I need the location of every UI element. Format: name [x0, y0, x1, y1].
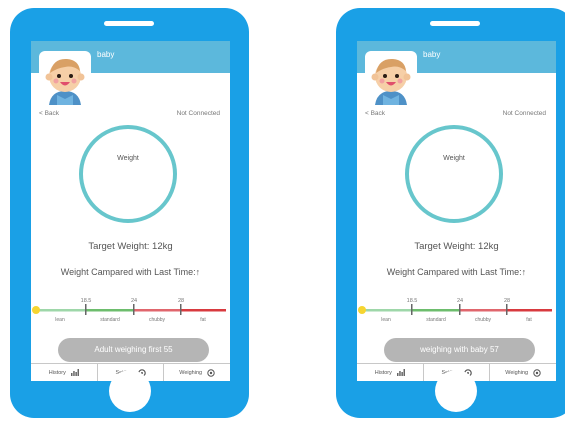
scale-tick [459, 304, 461, 315]
tab-label: Weighing [179, 369, 203, 376]
baby-avatar [365, 51, 417, 105]
scale-zone-chubby [134, 309, 181, 312]
zone-label: chubby [149, 317, 166, 323]
weighing-action-button[interactable]: Adult weighing first 55 [58, 338, 209, 362]
tab-label: History [374, 369, 392, 376]
weighing-action-button[interactable]: weighing with baby 57 [384, 338, 535, 362]
tab-weighing[interactable]: Weighing [490, 364, 556, 381]
connection-status: Not Connected [176, 110, 220, 117]
header-title: baby [97, 50, 115, 59]
zone-label: lean [381, 317, 391, 323]
speaker-slot [104, 21, 154, 26]
scale-zone-standard [86, 309, 134, 312]
weight-ring: Weight [79, 125, 177, 223]
weight-label: Weight [117, 155, 139, 162]
scale-zone-fat [507, 309, 552, 312]
scale-icon [207, 368, 215, 377]
scale-zone-standard [412, 309, 460, 312]
zone-label: fat [200, 317, 206, 323]
back-button[interactable]: < Back [39, 110, 59, 117]
scale-tick [411, 304, 413, 315]
bmi-scale: 18.5 24 28 lean standard chubby fat [357, 295, 556, 325]
scale-zone-lean [35, 309, 86, 312]
weight-label: Weight [443, 155, 465, 162]
scale-icon [533, 368, 541, 377]
speaker-slot [430, 21, 480, 26]
scale-zone-fat [181, 309, 226, 312]
target-weight: Target Weight: 12kg [414, 241, 499, 252]
zone-label: chubby [475, 317, 492, 323]
chart-icon [70, 369, 79, 376]
baby-avatar [39, 51, 91, 105]
back-button[interactable]: < Back [365, 110, 385, 117]
phone-screen: baby < Back Not Connected Weight Target … [31, 41, 230, 381]
weight-compared-text: Weight Campared with Last Time:↑ [386, 267, 527, 277]
zone-label: standard [100, 317, 120, 323]
phone-frame-left: baby < Back Not Connected Weight Target … [10, 8, 249, 418]
tick-label: 18.5 [81, 298, 92, 304]
scale-zone-chubby [460, 309, 507, 312]
weight-compared-text: Weight Campared with Last Time:↑ [60, 267, 201, 277]
phone-screen: baby < Back Not Connected Weight Target … [357, 41, 556, 381]
scale-indicator [32, 306, 40, 314]
tab-history[interactable]: History [357, 364, 424, 381]
chart-icon [396, 369, 405, 376]
tick-label: 18.5 [407, 298, 418, 304]
zone-label: lean [55, 317, 65, 323]
tick-label: 28 [504, 298, 510, 304]
target-weight: Target Weight: 12kg [88, 241, 173, 252]
scale-tick [85, 304, 87, 315]
header-title: baby [423, 50, 441, 59]
phone-frame-right: baby < Back Not Connected Weight Target … [336, 8, 565, 418]
zone-label: fat [526, 317, 532, 323]
scale-tick [180, 304, 182, 315]
connection-status: Not Connected [502, 110, 546, 117]
scale-tick [506, 304, 508, 315]
tab-label: History [48, 369, 66, 376]
weight-ring: Weight [405, 125, 503, 223]
tick-label: 24 [457, 298, 463, 304]
tab-weighing[interactable]: Weighing [164, 364, 230, 381]
tick-label: 24 [131, 298, 137, 304]
home-button[interactable] [109, 370, 151, 412]
tick-label: 28 [178, 298, 184, 304]
tab-history[interactable]: History [31, 364, 98, 381]
bmi-scale: 18.5 24 28 lean standard chubby fat [31, 295, 230, 325]
scale-tick [133, 304, 135, 315]
zone-label: standard [426, 317, 446, 323]
home-button[interactable] [435, 370, 477, 412]
scale-zone-lean [361, 309, 412, 312]
tab-label: Weighing [505, 369, 529, 376]
scale-indicator [358, 306, 366, 314]
